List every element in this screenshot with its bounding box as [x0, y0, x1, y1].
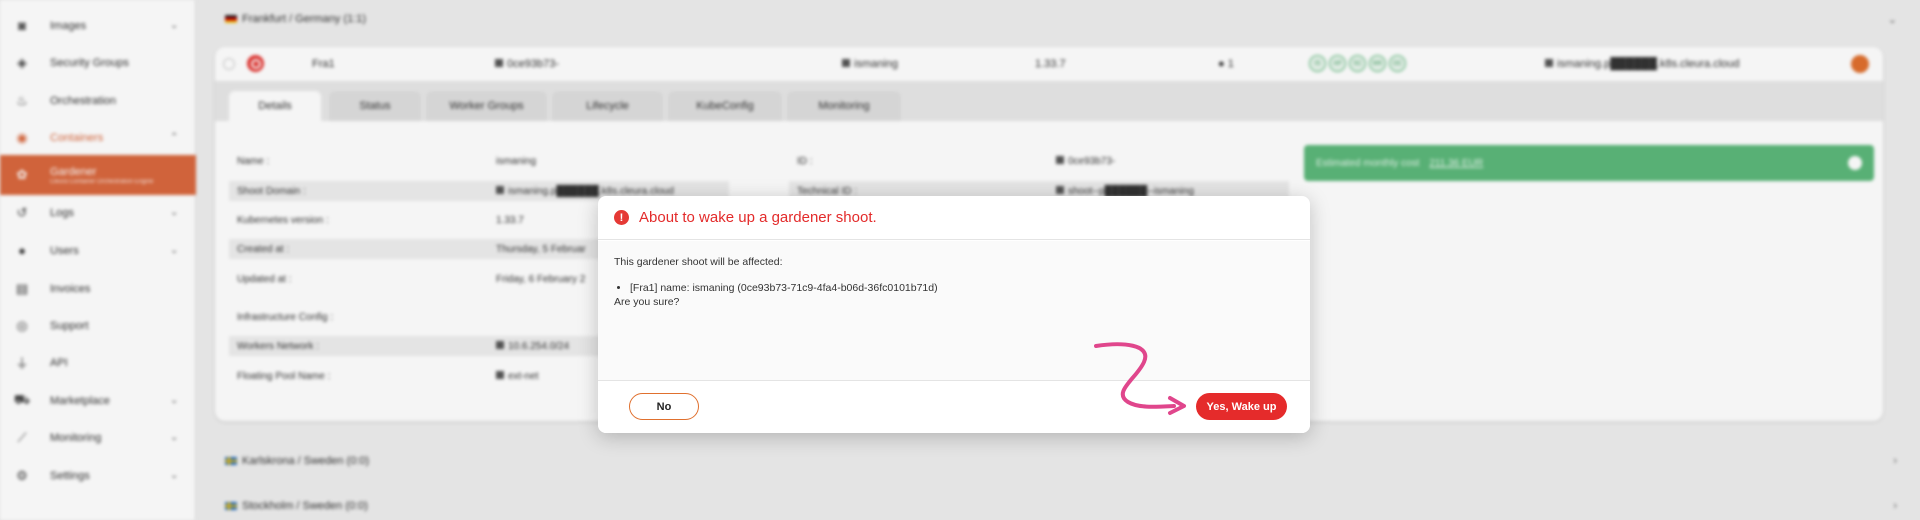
confirm-dialog: ! About to wake up a gardener shoot. Thi… [598, 196, 1310, 433]
yes-wake-up-button[interactable]: Yes, Wake up [1196, 393, 1287, 420]
affected-item: [Fra1] name: ismaning (0ce93b73-71c9-4fa… [630, 281, 1294, 295]
dialog-intro: This gardener shoot will be affected: [614, 256, 783, 268]
dialog-title: About to wake up a gardener shoot. [639, 209, 877, 226]
dialog-question: Are you sure? [614, 296, 680, 308]
no-button[interactable]: No [629, 393, 699, 420]
dialog-header: ! About to wake up a gardener shoot. [598, 196, 1310, 240]
dialog-body: This gardener shoot will be affected: [F… [598, 241, 1310, 380]
affected-list: [Fra1] name: ismaning (0ce93b73-71c9-4fa… [630, 281, 1294, 295]
dialog-footer: No Yes, Wake up [598, 380, 1310, 433]
annotation-arrow-icon [1094, 342, 1186, 415]
alert-icon: ! [614, 210, 629, 225]
